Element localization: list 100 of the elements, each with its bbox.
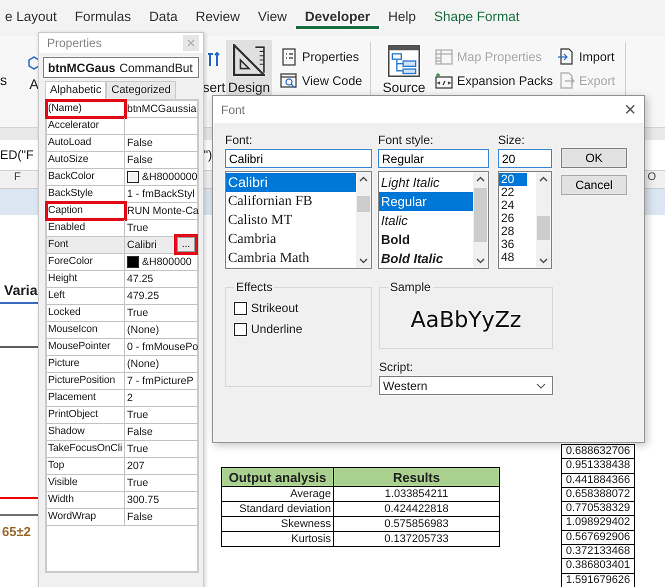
font-style-field[interactable]: Regular	[378, 149, 489, 168]
font-field[interactable]: Calibri	[225, 149, 372, 168]
property-name[interactable]: Width	[47, 492, 125, 508]
property-name[interactable]: Placement	[47, 390, 125, 406]
property-name[interactable]: Shadow	[47, 424, 125, 440]
size-field[interactable]: 20	[498, 149, 552, 168]
list-item[interactable]: Cambria	[226, 230, 356, 249]
source-button[interactable]: Source	[381, 40, 427, 100]
property-value[interactable]: True	[127, 476, 148, 490]
column-header[interactable]: O	[647, 171, 656, 188]
insert-button[interactable]: sert	[202, 40, 226, 100]
chevron-up-icon[interactable]	[539, 176, 548, 182]
column-header[interactable]: F	[14, 171, 21, 188]
property-value[interactable]: 479.25	[127, 288, 160, 304]
chevron-down-icon[interactable]	[539, 258, 548, 264]
property-value[interactable]: 7 - fmPictureP	[127, 374, 194, 388]
property-name[interactable]: Font	[47, 237, 125, 253]
cancel-button[interactable]: Cancel	[561, 175, 627, 195]
property-name[interactable]: AutoSize	[47, 152, 125, 168]
list-item[interactable]: Cambria Math	[226, 249, 356, 268]
object-dropdown[interactable]: btnMCGaus CommandBut	[43, 57, 199, 78]
ribbon-tab[interactable]: Formulas	[66, 9, 140, 26]
scroll-thumb[interactable]	[537, 216, 550, 240]
property-value[interactable]: True	[127, 306, 148, 320]
property-value[interactable]: True	[127, 220, 148, 236]
checkbox[interactable]	[234, 322, 247, 336]
view-code-button[interactable]: View Code	[278, 72, 364, 90]
property-name[interactable]: PrintObject	[47, 407, 125, 423]
property-value[interactable]: 300.75	[127, 492, 160, 508]
property-name[interactable]: AutoLoad	[47, 135, 125, 151]
property-value[interactable]: &H800000	[142, 254, 192, 270]
ribbon-tab[interactable]: View	[248, 9, 296, 26]
list-item[interactable]: Bold Italic	[379, 249, 473, 268]
property-value[interactable]: (None)	[127, 322, 160, 338]
property-name[interactable]: Enabled	[47, 220, 125, 236]
list-item[interactable]: Bold	[379, 230, 473, 249]
property-value[interactable]: 2	[127, 390, 133, 406]
tab[interactable]: Categorized	[106, 81, 176, 99]
property-name[interactable]: BackStyle	[47, 186, 125, 202]
import-button[interactable]: Import	[555, 48, 619, 66]
property-name[interactable]: Visible	[47, 475, 125, 491]
list-item[interactable]: 48	[499, 251, 527, 264]
list-item[interactable]: 36	[499, 238, 527, 251]
property-value[interactable]: False	[127, 136, 153, 150]
ellipsis-button[interactable]: ...	[177, 237, 195, 252]
checkbox[interactable]	[234, 302, 247, 314]
list-item[interactable]: Light Italic	[379, 173, 473, 192]
property-name[interactable]: ForeColor	[47, 254, 125, 270]
property-name[interactable]: MousePointer	[47, 339, 125, 355]
chevron-up-icon[interactable]	[476, 176, 485, 182]
list-item[interactable]: Californian FB	[226, 192, 356, 211]
property-name[interactable]: Caption	[47, 203, 125, 219]
list-item[interactable]: 26	[499, 212, 527, 225]
list-item[interactable]: 22	[499, 186, 527, 199]
tab[interactable]: Alphabetic	[45, 81, 106, 99]
script-dropdown[interactable]: Western	[379, 376, 553, 395]
list-item[interactable]: Calisto MT	[226, 211, 356, 230]
property-value[interactable]: RUN Monte-Ca	[127, 204, 199, 218]
property-name[interactable]: TakeFocusOnCli	[47, 441, 125, 457]
property-name[interactable]: Picture	[47, 356, 125, 372]
property-name[interactable]: Top	[47, 458, 125, 474]
ok-button[interactable]: OK	[561, 148, 627, 168]
property-name[interactable]: Height	[47, 271, 125, 287]
property-name[interactable]: WordWrap	[47, 509, 125, 525]
property-value[interactable]: False	[127, 424, 153, 440]
ribbon-tab[interactable]: e Layout	[0, 9, 66, 26]
list-item[interactable]: Calibri	[226, 173, 356, 192]
property-value[interactable]: (None)	[127, 356, 160, 372]
property-name[interactable]: Left	[47, 288, 125, 304]
property-name[interactable]: Accelerator	[47, 118, 125, 134]
property-value[interactable]: 1 - fmBackStyl	[127, 186, 195, 202]
property-value[interactable]: True	[127, 408, 148, 422]
chevron-up-icon[interactable]	[359, 176, 368, 182]
property-value[interactable]: False	[127, 152, 153, 168]
property-name[interactable]: BackColor	[47, 169, 125, 185]
scroll-thumb[interactable]	[474, 188, 487, 242]
property-name[interactable]: MouseIcon	[47, 322, 125, 338]
property-value[interactable]: True	[127, 442, 148, 456]
ribbon-tab[interactable]: Data	[140, 9, 187, 26]
chevron-down-icon[interactable]	[359, 258, 368, 264]
property-value[interactable]: False	[127, 510, 153, 524]
ribbon-tab[interactable]: Shape Format	[424, 9, 528, 26]
property-name[interactable]: (Name)	[47, 101, 125, 117]
scroll-thumb[interactable]	[357, 196, 370, 212]
list-item[interactable]: Regular	[379, 192, 473, 211]
list-item[interactable]: 28	[499, 225, 527, 238]
property-value[interactable]: btnMCGaussia	[127, 102, 196, 116]
scrollbar[interactable]	[473, 172, 488, 268]
ribbon-tab[interactable]: Developer	[296, 9, 380, 29]
property-value[interactable]: &H8000000	[142, 170, 198, 184]
scrollbar[interactable]	[536, 172, 551, 268]
ribbon-tab[interactable]: Help	[379, 9, 425, 26]
chevron-down-icon[interactable]	[476, 258, 485, 264]
property-value[interactable]: 207	[127, 458, 145, 474]
property-value[interactable]: 0 - fmMousePo	[127, 340, 198, 354]
ribbon-tab[interactable]: Review	[186, 9, 249, 26]
property-name[interactable]: Locked	[47, 305, 125, 321]
list-item[interactable]: Italic	[379, 211, 473, 230]
property-value[interactable]: Calibri	[127, 238, 157, 252]
list-item[interactable]: 20	[499, 173, 527, 186]
